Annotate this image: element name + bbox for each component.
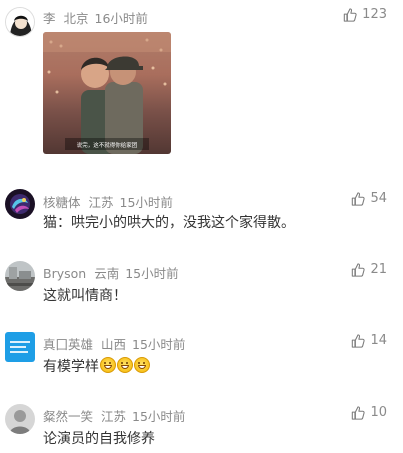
like-count: 123 [362, 7, 387, 22]
location: 云南 [94, 266, 120, 281]
grin-emoji-icon [117, 357, 133, 373]
timestamp: 16小时前 [94, 11, 148, 26]
like-button[interactable]: 10 [351, 405, 387, 420]
comment-photo[interactable]: 说完，这不就得你给家团 [43, 32, 171, 154]
comment-meta: 粲然一笑 江苏 15小时前 [43, 406, 185, 425]
thumbs-up-icon [352, 333, 366, 348]
username[interactable]: 粲然一笑 [43, 409, 93, 424]
comment-text: 这就叫情商！ [43, 288, 127, 304]
timestamp: 15小时前 [125, 266, 179, 281]
comment-text: 论演员的自我修养 [43, 431, 155, 447]
like-button[interactable]: 54 [351, 191, 387, 206]
like-count: 21 [370, 262, 387, 277]
grin-emoji-icon [134, 357, 150, 373]
username[interactable]: 李 [43, 11, 56, 26]
timestamp: 15小时前 [132, 409, 186, 424]
comment-meta: 核糖体 江苏 15小时前 [43, 192, 173, 211]
avatar[interactable] [5, 261, 35, 291]
location: 江苏 [101, 409, 127, 424]
username[interactable]: 真囗英雄 [43, 337, 93, 352]
like-count: 54 [370, 191, 387, 206]
photo-caption: 说完，这不就得你给家团 [77, 141, 138, 149]
avatar[interactable] [5, 189, 35, 219]
comment-meta: 李北京 16小时前 [43, 8, 148, 27]
comment-text: 猫：哄完小的哄大的，没我这个家得散。 [43, 215, 295, 231]
location: 北京 [63, 11, 89, 26]
like-button[interactable]: 14 [351, 333, 387, 348]
thumbs-up-icon [352, 405, 366, 420]
location: 山西 [101, 337, 127, 352]
comment-meta: 真囗英雄 山西 15小时前 [43, 334, 185, 353]
like-count: 10 [370, 405, 387, 420]
avatar[interactable] [5, 332, 35, 362]
comment-meta: Bryson 云南 15小时前 [43, 263, 179, 282]
location: 江苏 [88, 195, 114, 210]
like-button[interactable]: 123 [343, 7, 387, 22]
thumbs-up-icon [352, 191, 366, 206]
username[interactable]: 核糖体 [43, 195, 81, 210]
comment-text: 有模学样 [43, 356, 150, 376]
thumbs-up-icon [352, 262, 366, 277]
grin-emoji-icon [100, 357, 116, 373]
avatar[interactable] [5, 7, 35, 37]
like-button[interactable]: 21 [351, 262, 387, 277]
username[interactable]: Bryson [43, 266, 86, 281]
like-count: 14 [370, 333, 387, 348]
thumbs-up-icon [343, 7, 357, 22]
timestamp: 15小时前 [132, 337, 186, 352]
avatar[interactable] [5, 404, 35, 434]
comment-text-body: 有模学样 [43, 359, 99, 375]
timestamp: 15小时前 [119, 195, 173, 210]
